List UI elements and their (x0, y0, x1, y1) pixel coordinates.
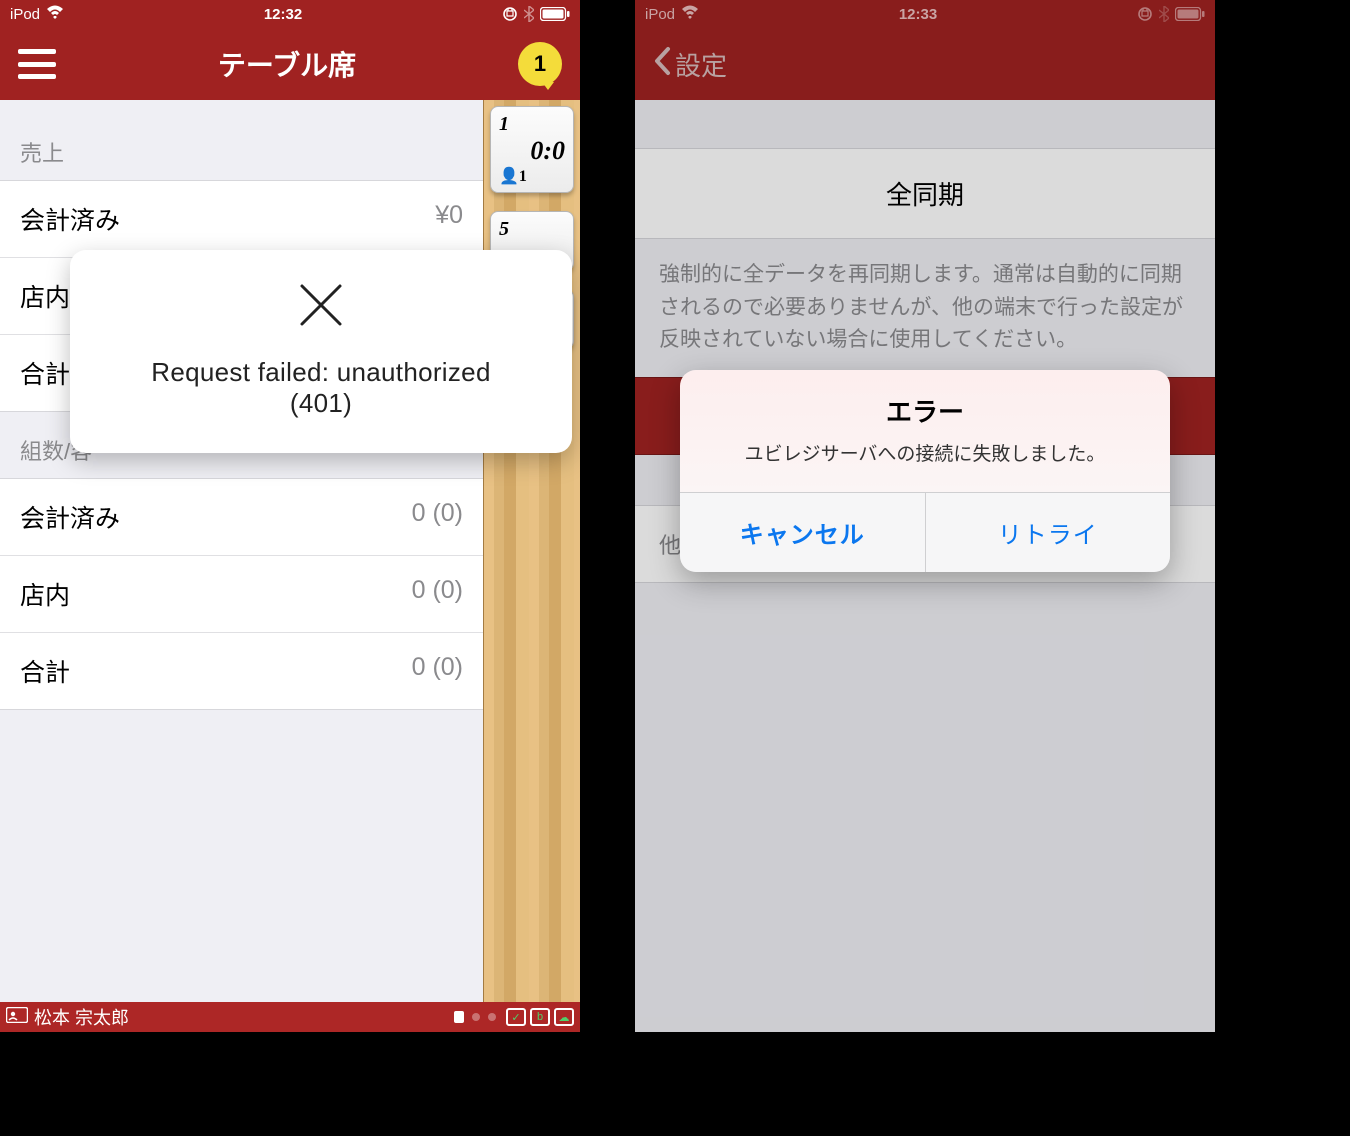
groups-rows: 会計済み 0 (0) 店内 0 (0) 合計 0 (0) (0, 478, 483, 710)
clock-label: 12:33 (899, 6, 937, 23)
ticket-guests: 👤1 (499, 166, 565, 186)
wifi-icon (46, 5, 64, 23)
orientation-lock-icon (502, 6, 518, 22)
status-tray: ✓ b ☁ (506, 1008, 574, 1026)
toast-message-line1: Request failed: unauthorized (96, 357, 546, 388)
left-phone-frame: iPod 12:32 テーブル席 1 売上 会計済み ¥0 (0, 0, 580, 1032)
row-label: 店内 (20, 278, 70, 314)
alert-message: ユビレジサーバへの接続に失敗しました。 (700, 439, 1150, 466)
tray-printer-icon[interactable]: ✓ (506, 1008, 526, 1026)
tray-sync-icon[interactable]: b (530, 1008, 550, 1026)
row-groups-total: 合計 0 (0) (0, 633, 483, 709)
bluetooth-icon (1159, 6, 1169, 22)
ticket-time: 0:0 (499, 136, 565, 166)
bottom-bar: 松本 宗太郎 ✓ b ☁ (0, 1002, 580, 1032)
battery-icon (540, 7, 570, 21)
table-ticket[interactable]: 1 0:0 👤1 (490, 106, 574, 193)
alert-retry-button[interactable]: リトライ (926, 493, 1171, 572)
alert-cancel-button[interactable]: キャンセル (680, 493, 926, 572)
current-user[interactable]: 松本 宗太郎 (6, 1004, 444, 1030)
error-alert: エラー ユビレジサーバへの接続に失敗しました。 キャンセル リトライ (680, 370, 1170, 572)
row-label: 合計 (20, 355, 70, 391)
toast-message-line2: (401) (96, 388, 546, 419)
row-sales-paid: 会計済み ¥0 (0, 181, 483, 258)
row-value: 0 (0) (412, 576, 463, 612)
row-value: 0 (0) (412, 653, 463, 689)
hamburger-menu-icon[interactable] (18, 49, 56, 79)
tray-cloud-icon[interactable]: ☁ (554, 1008, 574, 1026)
spacer (1215, 0, 1350, 1136)
battery-icon (1175, 7, 1205, 21)
error-x-icon (96, 278, 546, 339)
notification-bubble[interactable]: 1 (518, 42, 562, 86)
row-value: 0 (0) (412, 499, 463, 535)
notification-count: 1 (534, 51, 546, 77)
user-name-label: 松本 宗太郎 (34, 1004, 129, 1030)
clock-label: 12:32 (264, 6, 302, 23)
sales-section-header: 売上 (0, 100, 483, 180)
ticket-number: 1 (499, 113, 565, 136)
row-label: 店内 (20, 576, 70, 612)
main-content: 売上 会計済み ¥0 店内 ¥0 合計 組数/客 会計済み 0 (0) 店内 (0, 100, 483, 1002)
carrier-label: iPod (10, 6, 40, 23)
error-toast[interactable]: Request failed: unauthorized (401) (70, 250, 572, 453)
row-groups-instore: 店内 0 (0) (0, 556, 483, 633)
status-bar: iPod 12:32 (0, 0, 580, 28)
row-label: 会計済み (20, 499, 120, 535)
nav-title: テーブル席 (218, 44, 356, 84)
row-label: 合計 (20, 653, 70, 689)
id-card-icon (6, 1007, 28, 1028)
row-label: 会計済み (20, 201, 120, 237)
ticket-number: 5 (499, 218, 565, 241)
page-dot (488, 1013, 496, 1021)
spacer (580, 0, 635, 1136)
row-value: ¥0 (435, 201, 463, 237)
orientation-lock-icon (1137, 6, 1153, 22)
alert-buttons: キャンセル リトライ (680, 492, 1170, 572)
row-groups-paid: 会計済み 0 (0) (0, 479, 483, 556)
page-dot (472, 1013, 480, 1021)
page-dot-active (454, 1011, 464, 1023)
wifi-icon (681, 5, 699, 23)
bluetooth-icon (524, 6, 534, 22)
status-bar: iPod 12:33 (635, 0, 1215, 28)
carrier-label: iPod (645, 6, 675, 23)
table-ticket-panel: 1 0:0 👤1 5 9 (483, 100, 580, 1002)
alert-title: エラー (700, 392, 1150, 429)
right-phone-frame: iPod 12:33 設定 全同期 (635, 0, 1215, 1032)
page-indicator[interactable] (454, 1011, 496, 1023)
